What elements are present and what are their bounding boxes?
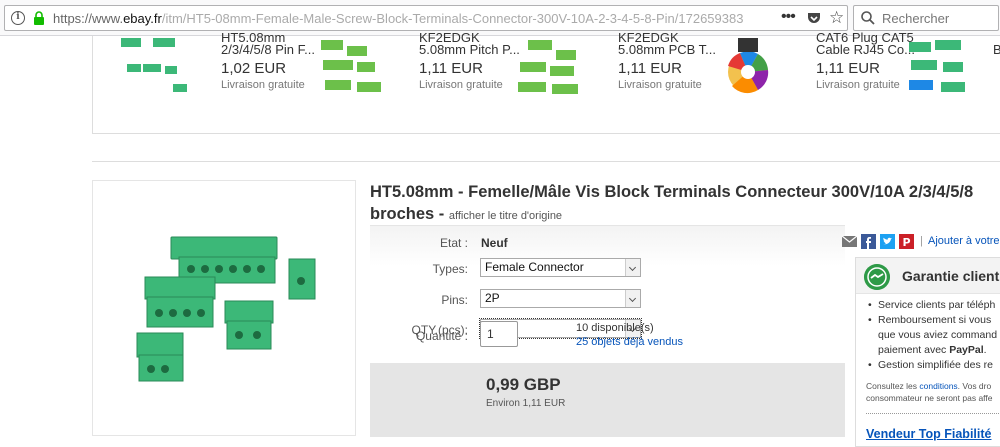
carousel-item[interactable]: KF2EDGK 5.08mm Pitch P... 1,11 EUR Livrai… bbox=[311, 30, 520, 132]
carousel-item[interactable]: HT5.08mm 2/3/4/5/8 Pin F... 1,02 EUR Livr… bbox=[113, 30, 315, 132]
pins-select[interactable]: 2P bbox=[480, 289, 641, 308]
purchase-panel: Etat : Neuf Types: Female Connector Pins… bbox=[370, 225, 845, 437]
price-box: 0,99 GBP Environ 1,11 EUR bbox=[370, 363, 845, 437]
carousel-item-price: 1,11 EUR bbox=[618, 60, 682, 77]
footnote-text: Consultez les bbox=[866, 381, 920, 391]
list-item: Service clients par téléph bbox=[868, 298, 1000, 313]
show-original-title-link[interactable]: afficher le titre d'origine bbox=[449, 210, 562, 222]
carousel-item[interactable]: CAT6 Plug CAT5 Cable RJ45 Co... 1,11 EUR … bbox=[708, 30, 915, 132]
email-icon[interactable] bbox=[842, 234, 857, 249]
search-bar[interactable]: Rechercher bbox=[853, 5, 999, 31]
carousel-item-title[interactable]: KF2EDGK 5.08mm Pitch P... bbox=[419, 30, 520, 57]
guarantee-header: Garantie client bbox=[856, 258, 1000, 294]
product-image[interactable] bbox=[133, 229, 323, 389]
carousel-item-price: 1,02 EUR bbox=[221, 60, 287, 77]
related-items-carousel: HT5.08mm 2/3/4/5/8 Pin F... 1,02 EUR Livr… bbox=[92, 30, 1000, 134]
available-count: 10 disponible(s) bbox=[576, 322, 654, 334]
footnote-text: . Vos dro bbox=[957, 381, 992, 391]
condition-value: Neuf bbox=[481, 236, 508, 250]
buyer-guarantee-panel: Garantie client Service clients par télé… bbox=[855, 257, 1000, 447]
footnote-text: consommateur ne seront pas affe bbox=[866, 393, 993, 403]
carousel-item-title[interactable]: B bbox=[993, 42, 1000, 57]
chevron-down-icon[interactable] bbox=[625, 290, 640, 307]
carousel-item[interactable]: KF2EDGK 5.08mm PCB T... 1,11 EUR Livraiso… bbox=[510, 30, 716, 132]
product-thumbnail[interactable] bbox=[708, 36, 788, 98]
quantity-input[interactable]: 1 bbox=[480, 321, 518, 347]
product-thumbnail[interactable] bbox=[113, 36, 193, 98]
guarantee-title: Garantie client bbox=[902, 268, 1000, 284]
list-item: Gestion simplifiée des re bbox=[868, 358, 1000, 373]
product-thumbnail[interactable] bbox=[311, 36, 391, 98]
separator: | bbox=[920, 235, 923, 247]
pinterest-icon[interactable]: P bbox=[899, 234, 914, 249]
product-image-box[interactable] bbox=[92, 180, 356, 436]
carousel-item-price: 1,11 EUR bbox=[419, 60, 483, 77]
carousel-item-title[interactable]: KF2EDGK 5.08mm PCB T... bbox=[618, 30, 716, 57]
page-actions-menu-icon[interactable]: ••• bbox=[781, 8, 796, 26]
pins-label: Pins: bbox=[441, 293, 468, 307]
divider bbox=[866, 413, 1000, 414]
carousel-item-title[interactable]: HT5.08mm 2/3/4/5/8 Pin F... bbox=[221, 30, 315, 57]
carousel-item-title[interactable]: CAT6 Plug CAT5 Cable RJ45 Co... bbox=[816, 30, 915, 57]
quantity-label: Quantité : bbox=[415, 329, 468, 343]
list-item: Remboursement si vous bbox=[868, 313, 1000, 328]
search-placeholder: Rechercher bbox=[882, 11, 950, 26]
search-icon bbox=[861, 11, 875, 25]
list-item-continued: que vous aviez command bbox=[878, 329, 998, 341]
conditions-link[interactable]: conditions bbox=[919, 381, 957, 391]
bookmark-star-icon[interactable]: ☆ bbox=[829, 8, 844, 28]
top-seller-link[interactable]: Vendeur Top Fiabilité bbox=[866, 427, 991, 441]
item-price-converted: Environ 1,11 EUR bbox=[486, 398, 566, 409]
pins-selected-value: 2P bbox=[485, 291, 500, 305]
carousel-item-shipping: Livraison gratuite bbox=[419, 79, 503, 91]
carousel-item-price: 1,11 EUR bbox=[816, 60, 880, 77]
product-title: HT5.08mm - Femelle/Mâle Vis Block Termin… bbox=[370, 181, 990, 227]
url-text[interactable]: https://www.ebay.fr/itm/HT5-08mm-Female-… bbox=[53, 11, 743, 26]
handshake-icon bbox=[864, 264, 890, 290]
carousel-item-shipping: Livraison gratuite bbox=[618, 79, 702, 91]
twitter-icon[interactable] bbox=[880, 234, 895, 249]
lock-icon[interactable] bbox=[33, 11, 45, 25]
guarantee-footnote: Consultez les conditions. Vos dro consom… bbox=[866, 380, 992, 404]
section-divider bbox=[92, 161, 1000, 162]
condition-label: Etat : bbox=[439, 236, 468, 250]
types-label: Types: bbox=[432, 262, 468, 276]
sold-count-link[interactable]: 25 objets déjà vendus bbox=[576, 336, 683, 348]
chevron-down-icon[interactable] bbox=[625, 259, 640, 276]
facebook-icon[interactable] bbox=[861, 234, 876, 249]
product-thumbnail[interactable] bbox=[905, 36, 985, 98]
svg-text:P: P bbox=[902, 236, 910, 249]
add-to-watchlist-link[interactable]: Ajouter à votre bbox=[928, 235, 1000, 247]
pocket-icon[interactable] bbox=[807, 12, 821, 25]
carousel-item-shipping: Livraison gratuite bbox=[221, 79, 305, 91]
types-selected-value: Female Connector bbox=[485, 260, 584, 274]
product-thumbnail[interactable] bbox=[510, 36, 590, 98]
guarantee-list: Service clients par téléph Remboursement… bbox=[868, 298, 1000, 373]
list-item-continued: paiement avec PayPal. bbox=[878, 344, 987, 356]
item-price: 0,99 GBP bbox=[486, 375, 561, 394]
carousel-item-shipping: Livraison gratuite bbox=[816, 79, 900, 91]
types-select[interactable]: Female Connector bbox=[480, 258, 641, 277]
info-icon[interactable]: i bbox=[11, 11, 25, 25]
address-bar[interactable]: i https://www.ebay.fr/itm/HT5-08mm-Femal… bbox=[4, 5, 848, 31]
carousel-item[interactable]: B bbox=[905, 36, 1000, 132]
